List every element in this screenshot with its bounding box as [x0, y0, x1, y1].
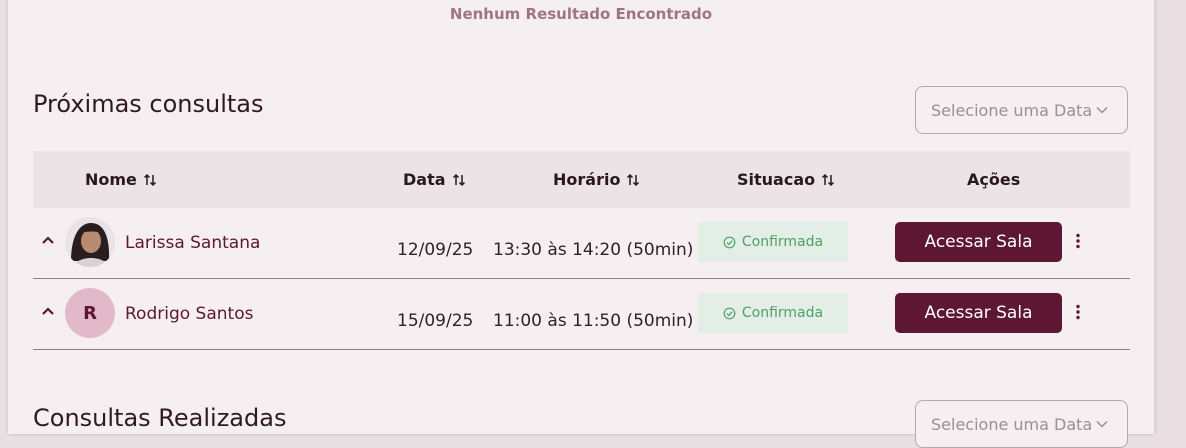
patient-name[interactable]: Larissa Santana [125, 233, 260, 253]
check-circle-icon [723, 236, 736, 248]
main-card: Nenhum Resultado Encontrado Próximas con… [8, 0, 1154, 448]
column-header-actions: Ações [967, 170, 1021, 189]
sort-arrows-icon [452, 173, 465, 186]
appointment-time: 11:00 às 11:50 (50min) [493, 311, 694, 331]
done-date-select[interactable]: Selecione uma Data [915, 400, 1128, 448]
appointment-date: 15/09/25 [397, 311, 474, 331]
date-select-placeholder: Selecione uma Data [931, 100, 1093, 120]
upcoming-date-select[interactable]: Selecione uma Data [915, 86, 1128, 134]
access-room-button[interactable]: Acessar Sala [895, 222, 1062, 262]
column-header-time[interactable]: Horário [553, 170, 640, 189]
check-circle-icon [723, 307, 736, 319]
column-header-name[interactable]: Nome [85, 170, 157, 189]
upcoming-table: Nome Data Horário Situacao Ações Larissa… [33, 151, 1130, 350]
chevron-up-icon[interactable] [40, 303, 56, 319]
upcoming-section-title: Próximas consultas [33, 90, 264, 118]
avatar: R [65, 288, 115, 338]
sort-arrows-icon [822, 173, 835, 186]
chevron-down-icon [1096, 106, 1108, 114]
chevron-down-icon [1096, 420, 1108, 428]
date-select-placeholder: Selecione uma Data [931, 414, 1093, 434]
sort-arrows-icon [627, 173, 640, 186]
done-section-title: Consultas Realizadas [33, 404, 287, 432]
access-room-button[interactable]: Acessar Sala [895, 293, 1062, 333]
empty-results-message: Nenhum Resultado Encontrado [449, 5, 713, 23]
chevron-up-icon[interactable] [40, 232, 56, 248]
appointment-date: 12/09/25 [397, 240, 474, 260]
table-header: Nome Data Horário Situacao Ações [33, 151, 1130, 208]
appointment-time: 13:30 às 14:20 (50min) [493, 240, 694, 260]
kebab-menu-icon[interactable] [1075, 233, 1081, 249]
table-row: R Rodrigo Santos 15/09/25 11:00 às 11:50… [33, 279, 1130, 350]
patient-name[interactable]: Rodrigo Santos [125, 304, 253, 324]
column-header-status[interactable]: Situacao [737, 170, 835, 189]
kebab-menu-icon[interactable] [1075, 304, 1081, 320]
table-row: Larissa Santana 12/09/25 13:30 às 14:20 … [33, 208, 1130, 279]
status-badge: Confirmada [698, 222, 848, 262]
column-header-date[interactable]: Data [403, 170, 466, 189]
sort-arrows-icon [143, 173, 156, 186]
avatar [65, 217, 115, 267]
status-badge: Confirmada [698, 293, 848, 333]
